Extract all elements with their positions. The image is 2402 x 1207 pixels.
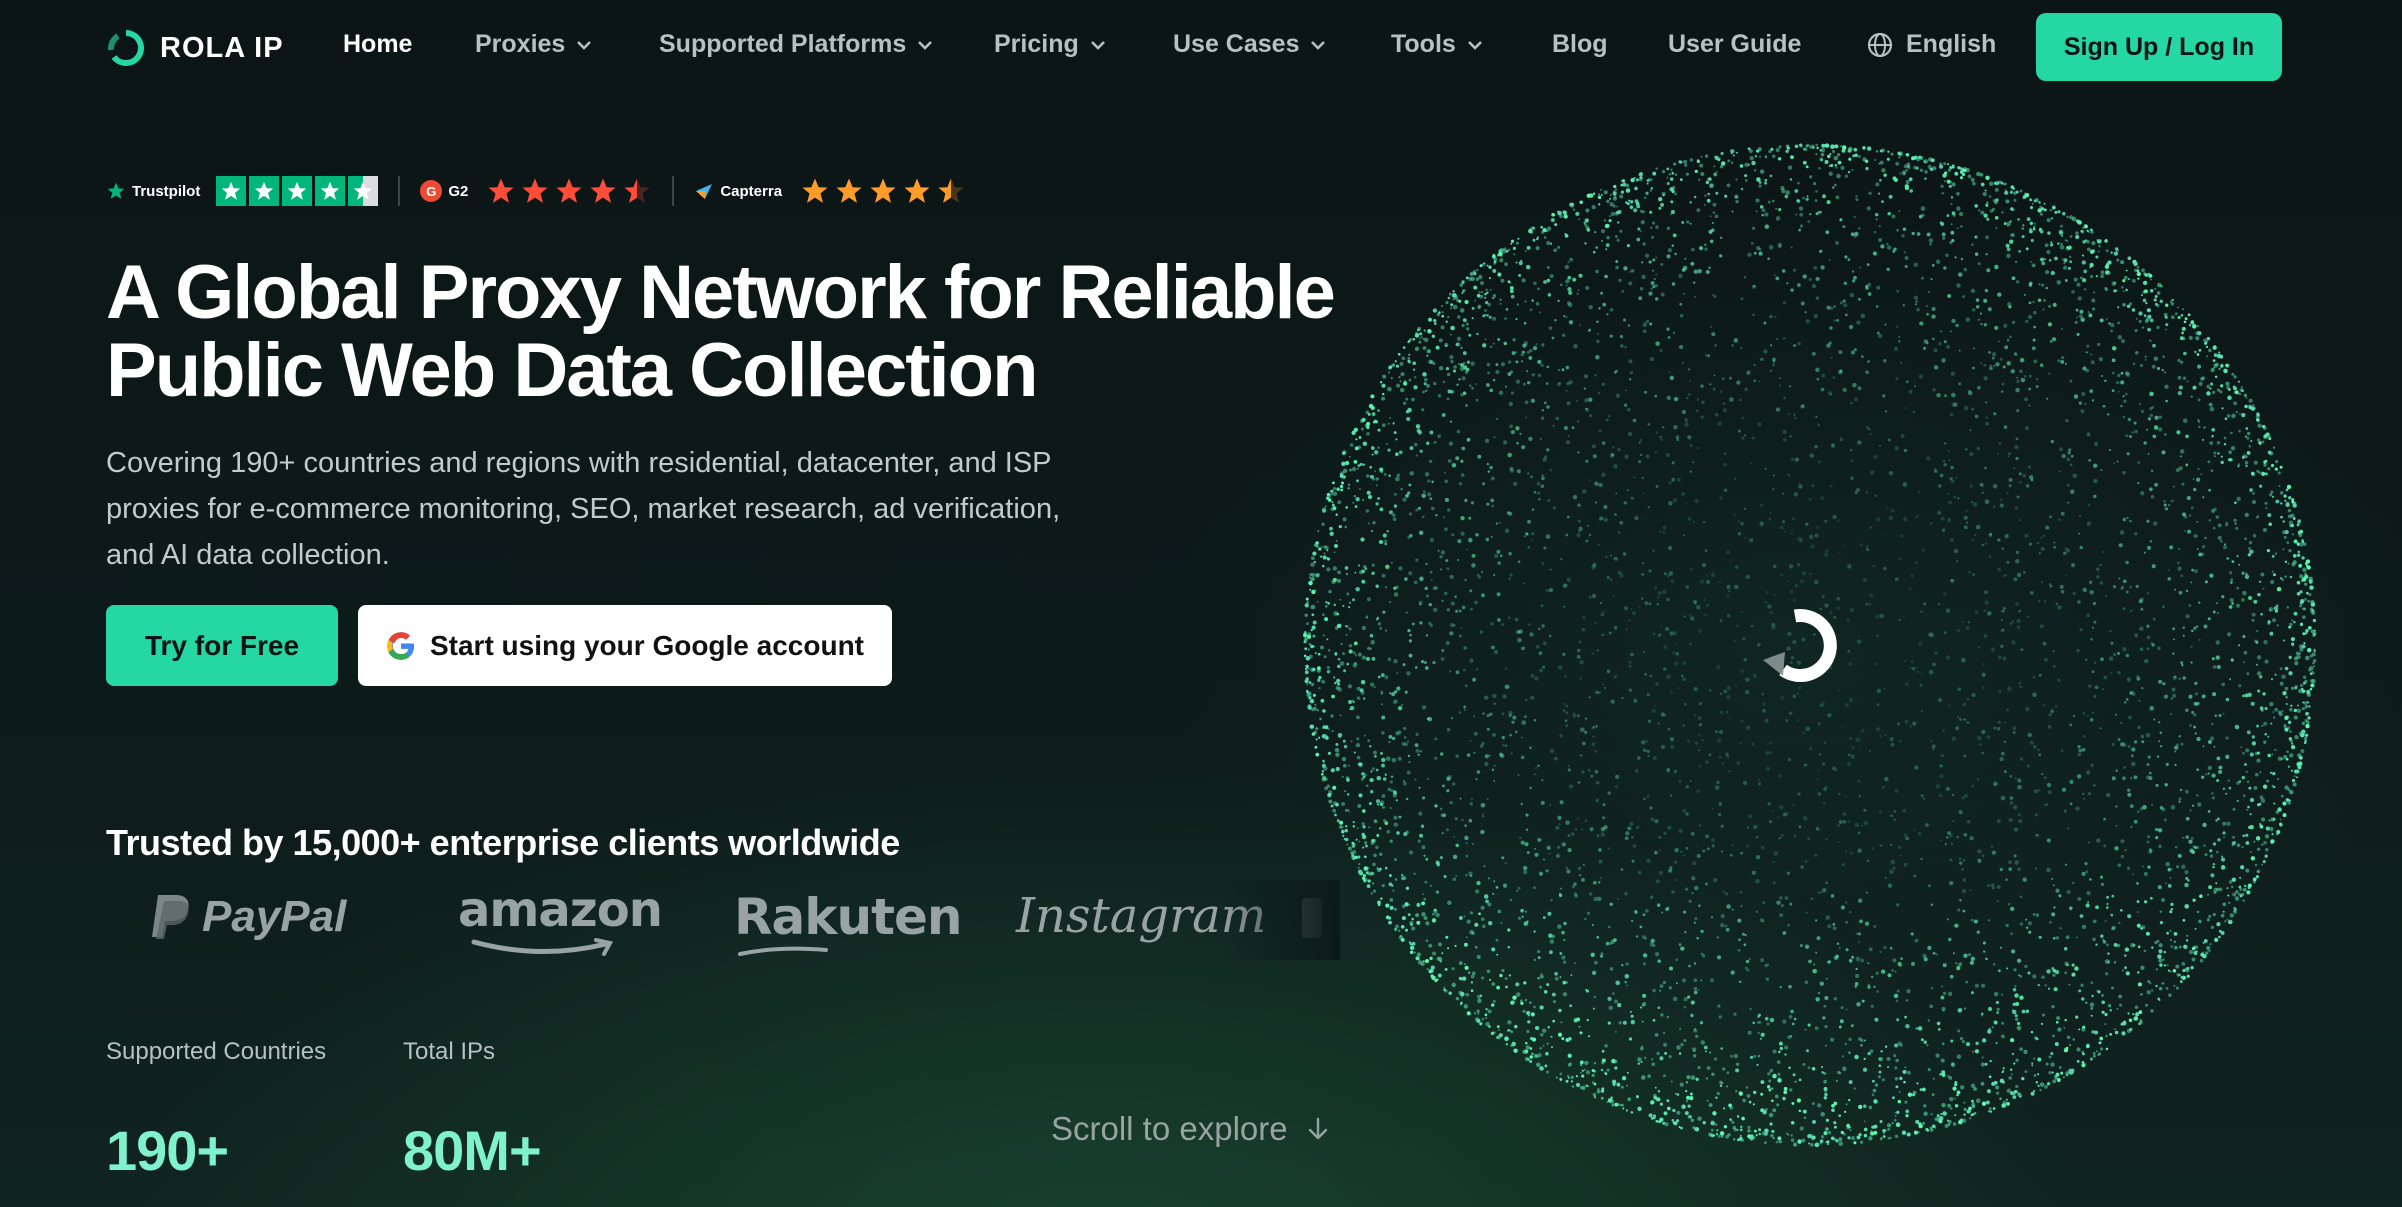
g2-label: G2 xyxy=(448,182,469,200)
capterra-rating[interactable]: Capterra xyxy=(694,176,966,206)
star-icon xyxy=(870,178,896,203)
instagram-logo: Instagram xyxy=(1016,888,1266,944)
capterra-logo-icon xyxy=(696,184,713,199)
g2-stars xyxy=(486,176,652,206)
nav-use-cases[interactable]: Use Cases xyxy=(1173,30,1327,59)
google-button-label: Start using your Google account xyxy=(429,629,865,661)
nav-user-guide-label: User Guide xyxy=(1668,30,1802,58)
chevron-down-icon xyxy=(1311,40,1326,50)
language-label: English xyxy=(1906,30,1997,58)
nav-home[interactable]: Home xyxy=(343,30,412,59)
nav-blog-label: Blog xyxy=(1552,30,1608,58)
amazon-logo-text: amazon xyxy=(458,882,663,938)
divider xyxy=(672,176,675,206)
paypal-logo-text: PayPal xyxy=(202,892,347,941)
star-icon xyxy=(249,176,280,206)
nav-tools[interactable]: Tools xyxy=(1391,30,1484,59)
hero-title: A Global Proxy Network for Reliable Publ… xyxy=(106,254,1356,410)
nav-blog[interactable]: Blog xyxy=(1552,30,1608,59)
scroll-label: Scroll to explore xyxy=(1051,1110,1288,1147)
g2-logo-icon: G xyxy=(420,180,443,202)
star-icon xyxy=(488,178,514,203)
google-signup-button[interactable]: Start using your Google account xyxy=(358,605,892,686)
stat-ips-value: 80M+ xyxy=(403,1119,542,1182)
nav-home-label: Home xyxy=(343,30,413,58)
star-icon xyxy=(216,176,247,206)
nav-supported-platforms-label: Supported Platforms xyxy=(659,30,907,58)
trustpilot-stars xyxy=(216,176,379,206)
try-for-free-button[interactable]: Try for Free xyxy=(106,605,338,686)
chevron-down-icon xyxy=(577,40,592,50)
star-icon xyxy=(836,178,862,203)
hero-title-line-2: Public Web Data Collection xyxy=(106,328,1039,413)
nav-proxies[interactable]: Proxies xyxy=(475,30,593,59)
rakuten-swoosh-icon xyxy=(738,946,828,956)
stat-ips-label: Total IPs xyxy=(403,1038,496,1065)
brand-logo[interactable]: ROLA IP xyxy=(106,28,284,68)
star-icon xyxy=(282,176,313,206)
star-icon xyxy=(802,178,828,203)
chevron-down-icon xyxy=(918,40,933,50)
star-icon xyxy=(315,176,346,206)
nav-tools-label: Tools xyxy=(1391,30,1456,58)
nav-proxies-label: Proxies xyxy=(475,30,566,58)
capterra-stars xyxy=(800,176,966,206)
nav-supported-platforms[interactable]: Supported Platforms xyxy=(659,30,934,59)
nav-use-cases-label: Use Cases xyxy=(1173,30,1300,58)
g2-rating[interactable]: G G2 xyxy=(420,176,652,206)
star-icon xyxy=(904,178,930,203)
client-logos-carousel: PayPal amazon Rakuten Instagram xyxy=(150,880,1340,960)
nav-pricing-label: Pricing xyxy=(994,30,1079,58)
divider xyxy=(398,176,401,206)
half-star-icon xyxy=(938,178,964,203)
page: ROLA IP Home Proxies Supported Platforms… xyxy=(0,0,2402,1207)
chevron-down-icon xyxy=(1090,40,1105,50)
ratings-bar: Trustpilot G G2 Capterra xyxy=(106,174,966,208)
paypal-logo: PayPal xyxy=(150,892,346,942)
trustpilot-rating[interactable]: Trustpilot xyxy=(106,176,379,206)
hero-title-line-1: A Global Proxy Network for Reliable xyxy=(106,250,1336,335)
google-g-icon xyxy=(387,631,415,660)
top-navigation: ROLA IP Home Proxies Supported Platforms… xyxy=(0,0,2402,94)
rakuten-logo-text: Rakuten xyxy=(734,888,962,946)
star-icon xyxy=(556,178,582,203)
half-star-icon xyxy=(348,176,379,206)
capterra-label: Capterra xyxy=(720,182,783,200)
hero-subtitle: Covering 190+ countries and regions with… xyxy=(106,447,1061,571)
trustpilot-label: Trustpilot xyxy=(132,182,201,200)
trusted-heading: Trusted by 15,000+ enterprise clients wo… xyxy=(106,822,900,863)
amazon-smile-icon xyxy=(471,938,614,956)
rola-ring-icon xyxy=(107,30,144,66)
star-icon xyxy=(522,178,548,203)
paypal-p-icon xyxy=(152,895,189,939)
stat-countries-label: Supported Countries xyxy=(106,1038,327,1065)
signup-login-button[interactable]: Sign Up / Log In xyxy=(2036,13,2282,81)
instagram-logo-text: Instagram xyxy=(1016,888,1267,944)
nav-user-guide[interactable]: User Guide xyxy=(1668,30,1801,59)
logo-text: ROLA IP xyxy=(160,31,284,64)
chevron-down-icon xyxy=(1467,40,1482,50)
half-star-icon xyxy=(624,178,650,203)
amazon-logo: amazon xyxy=(458,882,663,956)
star-icon xyxy=(590,178,616,203)
stat-countries-value: 190+ xyxy=(106,1119,229,1182)
nav-pricing[interactable]: Pricing xyxy=(994,30,1107,59)
language-selector[interactable]: English xyxy=(1866,30,1996,59)
loading-spinner-icon xyxy=(1763,609,1837,683)
rakuten-logo: Rakuten xyxy=(734,888,962,956)
globe-icon xyxy=(1867,32,1893,57)
trustpilot-star-icon xyxy=(107,182,125,199)
